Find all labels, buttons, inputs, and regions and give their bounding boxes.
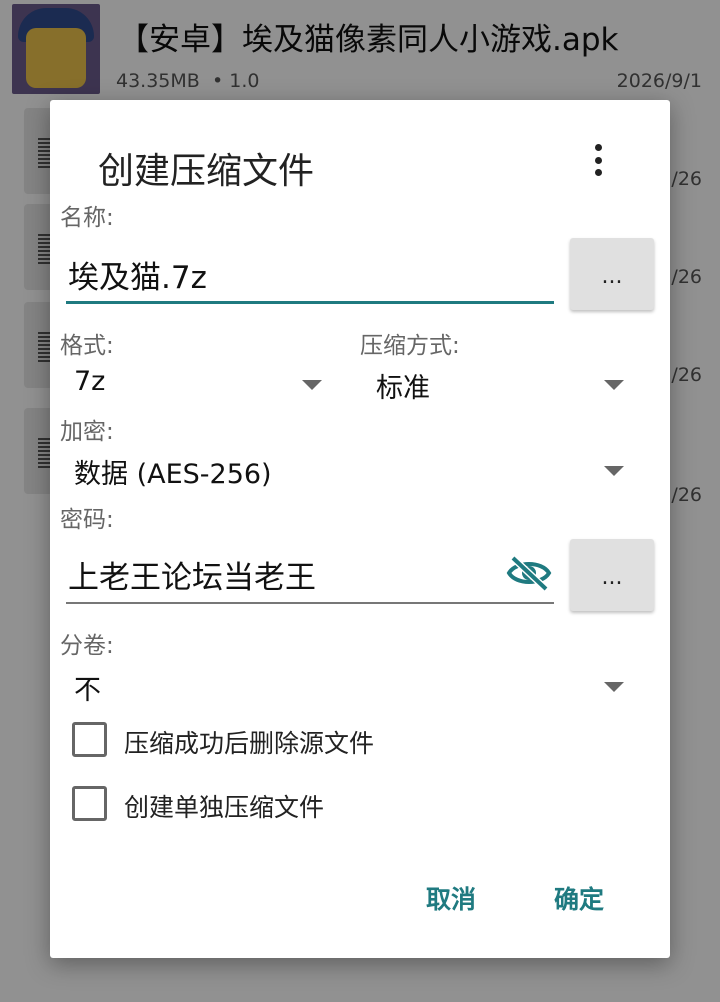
compression-method-value: 标准 xyxy=(376,373,430,404)
browse-name-button[interactable]: ... xyxy=(570,238,654,310)
archive-name-input[interactable]: 埃及猫.7z xyxy=(66,252,554,304)
split-select[interactable]: 不 xyxy=(74,664,626,708)
cancel-button[interactable]: 取消 xyxy=(426,880,476,916)
triangle-down-icon xyxy=(302,380,322,390)
triangle-down-icon xyxy=(604,380,624,390)
format-value: 7z xyxy=(74,366,106,397)
browse-password-button[interactable]: ... xyxy=(570,539,654,611)
separate-archive-checkbox-row[interactable]: 创建单独压缩文件 xyxy=(72,784,472,824)
compression-method-label: 压缩方式: xyxy=(360,333,460,359)
password-label: 密码: xyxy=(60,507,114,533)
triangle-down-icon xyxy=(604,682,624,692)
triangle-down-icon xyxy=(604,466,624,476)
encryption-select[interactable]: 数据 (AES-256) xyxy=(74,448,626,492)
dialog-title: 创建压缩文件 xyxy=(98,151,315,192)
compression-method-select[interactable]: 标准 xyxy=(376,362,626,406)
delete-source-label: 压缩成功后删除源文件 xyxy=(124,729,375,758)
split-label: 分卷: xyxy=(60,633,114,659)
separate-archive-label: 创建单独压缩文件 xyxy=(124,793,325,822)
create-archive-dialog: 创建压缩文件 名称: 埃及猫.7z ... 格式: 7z 压缩方式: 标准 加密… xyxy=(50,100,670,958)
encryption-value: 数据 (AES-256) xyxy=(74,459,272,490)
delete-source-checkbox[interactable] xyxy=(72,722,107,757)
format-label: 格式: xyxy=(60,333,114,359)
ok-button[interactable]: 确定 xyxy=(554,880,604,916)
separate-archive-checkbox[interactable] xyxy=(72,786,107,821)
encryption-label: 加密: xyxy=(60,419,114,445)
more-vert-icon[interactable] xyxy=(586,140,610,180)
eye-off-icon[interactable] xyxy=(506,554,552,592)
delete-source-checkbox-row[interactable]: 压缩成功后删除源文件 xyxy=(72,720,472,760)
split-value: 不 xyxy=(74,675,101,706)
name-label: 名称: xyxy=(60,205,114,231)
format-select[interactable]: 7z xyxy=(74,362,324,406)
password-input[interactable]: 上老王论坛当老王 xyxy=(66,552,554,604)
